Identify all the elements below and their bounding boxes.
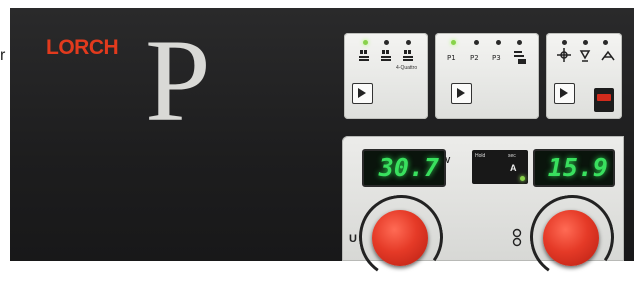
wire-speed-knob[interactable] xyxy=(543,210,599,266)
wire-speed-icon xyxy=(512,228,522,247)
program-selector-box: P1 P2 P3 xyxy=(435,33,539,119)
mode-led-2 xyxy=(384,40,389,45)
hold-label: Hold xyxy=(475,153,486,159)
voltage-knob[interactable] xyxy=(372,210,428,266)
mode-led-3 xyxy=(406,40,411,45)
program-p3-label: P3 xyxy=(492,54,501,62)
program-p1-label: P1 xyxy=(447,54,456,62)
function-select-button[interactable] xyxy=(554,83,575,104)
trigger-mode-icons xyxy=(359,50,413,61)
mode-select-button[interactable] xyxy=(352,83,373,104)
edge-text: r xyxy=(0,47,6,64)
program-p2-label: P2 xyxy=(470,54,479,62)
current-unit: A xyxy=(510,163,517,173)
program-led-4 xyxy=(517,40,522,45)
mode-selector-box: 4-Quattro xyxy=(344,33,428,119)
function-led-2 xyxy=(583,40,588,45)
brand-logo: LORCH xyxy=(46,36,119,59)
function-led-1 xyxy=(562,40,567,45)
play-icon xyxy=(560,88,568,98)
program-select-button[interactable] xyxy=(451,83,472,104)
voltage-unit: V xyxy=(445,156,451,165)
hold-indicator-panel: Hold sec A xyxy=(472,150,528,184)
voltage-knob-label: U xyxy=(349,233,357,245)
sec-label: sec xyxy=(508,153,516,159)
program-led-p1 xyxy=(451,40,456,45)
program-memory-icon xyxy=(514,51,526,64)
model-letter: P xyxy=(145,15,211,146)
quattro-label: 4-Quattro xyxy=(396,65,418,71)
play-icon xyxy=(457,88,465,98)
voltage-display: 30.7 xyxy=(362,149,446,187)
play-icon xyxy=(358,88,366,98)
gas-test-key[interactable] xyxy=(594,88,614,112)
display-led xyxy=(520,176,525,181)
current-display: 15.9 xyxy=(533,149,615,187)
function-led-3 xyxy=(603,40,608,45)
gas-test-key-indicator xyxy=(597,94,611,101)
mode-led-1 xyxy=(363,40,368,45)
program-led-p2 xyxy=(474,40,479,45)
program-led-p3 xyxy=(496,40,501,45)
function-icons xyxy=(557,48,615,62)
